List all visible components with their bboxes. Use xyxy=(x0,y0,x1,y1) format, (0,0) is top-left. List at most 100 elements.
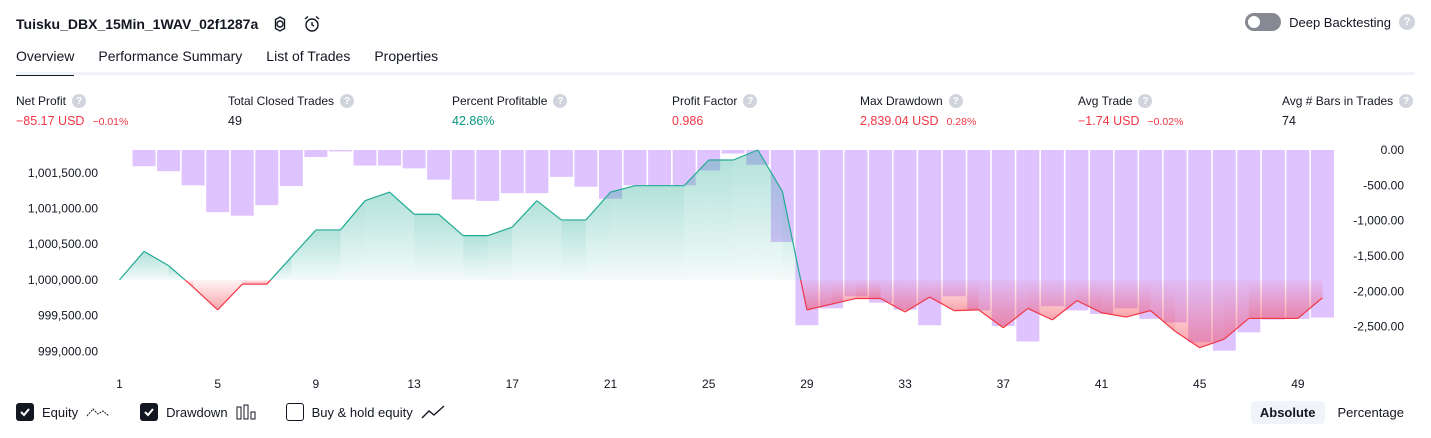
equity-loss-area xyxy=(1248,279,1274,319)
equity-loss-area xyxy=(1175,279,1200,348)
mode-absolute[interactable]: Absolute xyxy=(1250,401,1325,424)
legend-label: Buy & hold equity xyxy=(311,404,413,420)
left-axis-tick-label: 999,500.00 xyxy=(38,309,98,323)
x-axis-tick-label: 45 xyxy=(1193,377,1207,391)
equity-profit-area xyxy=(340,200,365,280)
info-icon[interactable]: ? xyxy=(1138,94,1153,108)
equity-profit-area xyxy=(144,251,169,280)
drawdown-bar xyxy=(255,150,279,206)
stat-percent-profitable: Percent Profitable? 42.86% xyxy=(452,94,568,128)
deep-backtesting-toggle[interactable] xyxy=(1245,13,1282,31)
equity-loss-area xyxy=(856,279,881,299)
help-icon[interactable]: ? xyxy=(1399,14,1415,30)
stat-value: −85.17 USD xyxy=(16,114,85,128)
right-axis-tick-label: -1,000.00 xyxy=(1353,214,1404,228)
right-axis-tick-label: -2,000.00 xyxy=(1353,284,1404,298)
stat-value: 42.86% xyxy=(452,114,495,128)
equity-profit-area xyxy=(659,185,685,280)
info-icon[interactable]: ? xyxy=(553,94,568,108)
drawdown-bar xyxy=(181,150,205,186)
x-axis-tick-label: 41 xyxy=(1095,377,1109,391)
drawdown-bar xyxy=(304,150,328,158)
stat-label: Percent Profitable xyxy=(452,94,548,108)
trend-line-icon xyxy=(421,405,445,419)
x-axis-tick-label: 1 xyxy=(116,377,123,391)
drawdown-bar xyxy=(525,150,549,194)
stat-label: Avg Trade xyxy=(1078,94,1133,108)
stat-label: Total Closed Trades xyxy=(228,94,335,108)
strategy-header: Tuisku_DBX_15Min_1WAV_02f1287a xyxy=(16,12,322,36)
drawdown-bar xyxy=(476,150,500,201)
info-icon[interactable]: ? xyxy=(1399,94,1414,108)
checkbox-checked-icon[interactable] xyxy=(140,403,159,421)
drawdown-bar xyxy=(942,150,966,297)
x-axis-tick-label: 13 xyxy=(407,377,421,391)
drawdown-bar xyxy=(230,150,254,216)
drawdown-bar xyxy=(378,150,402,166)
legend-label: Equity xyxy=(42,404,79,420)
strategy-title: Tuisku_DBX_15Min_1WAV_02f1287a xyxy=(16,16,259,32)
stat-label: Profit Factor xyxy=(672,94,738,108)
tab-divider xyxy=(16,72,1415,75)
checkbox-checked-icon[interactable] xyxy=(16,403,34,421)
equity-loss-area xyxy=(1052,279,1077,320)
drawdown-bar xyxy=(157,150,181,172)
settings-icon[interactable] xyxy=(270,14,290,34)
info-icon[interactable]: ? xyxy=(948,94,963,108)
stat-avg-trade: Avg Trade? −1.74 USD −0.02% xyxy=(1078,94,1183,128)
equity-drawdown-chart: 1,001,500.00 1,001,000.00 1,000,500.00 1,00… xyxy=(28,143,1405,391)
drawdown-bar xyxy=(132,150,156,167)
alarm-icon[interactable] xyxy=(302,14,322,34)
equity-profit-area xyxy=(487,227,513,280)
drawdown-bar xyxy=(451,150,475,200)
right-axis-tick-label: -1,500.00 xyxy=(1353,249,1404,263)
drawdown-bar xyxy=(623,150,647,186)
info-icon[interactable]: ? xyxy=(743,94,758,108)
stat-profit-factor: Profit Factor? 0.986 xyxy=(672,94,758,128)
stat-percent: −0.02% xyxy=(1147,116,1184,128)
legend-equity[interactable]: Equity xyxy=(16,403,110,421)
drawdown-bar xyxy=(402,150,426,169)
x-axis-tick-label: 29 xyxy=(800,377,814,391)
stat-value: 49 xyxy=(228,114,242,128)
x-axis-tick-label: 25 xyxy=(702,377,716,391)
stat-percent: −0.01% xyxy=(92,116,129,128)
left-axis-tick-label: 1,000,500.00 xyxy=(28,237,98,251)
drawdown-bar xyxy=(206,150,230,213)
drawdown-bar xyxy=(328,150,352,152)
checkbox-unchecked-icon[interactable] xyxy=(285,403,304,421)
equity-line-segment xyxy=(954,309,979,312)
equity-profit-area xyxy=(315,229,341,280)
deep-backtesting-label: Deep Backtesting xyxy=(1289,14,1391,30)
left-axis-tick-label: 999,000.00 xyxy=(38,344,98,358)
info-icon[interactable]: ? xyxy=(340,94,355,108)
stat-value: −1.74 USD xyxy=(1078,114,1140,128)
equity-loss-area xyxy=(1150,279,1176,332)
mode-percentage[interactable]: Percentage xyxy=(1329,401,1414,424)
drawdown-bar xyxy=(844,150,868,297)
equity-profit-area xyxy=(414,214,439,280)
equity-loss-area xyxy=(831,279,856,305)
legend-buy-hold[interactable]: Buy & hold equity xyxy=(285,403,445,421)
stat-net-profit: Net Profit? −85.17 USD −0.01% xyxy=(16,94,128,128)
legend-drawdown[interactable]: Drawdown xyxy=(140,403,256,421)
right-axis-tick-label: -2,500.00 xyxy=(1353,320,1404,334)
chart-legend: Equity Drawdown Buy & hold equity xyxy=(16,403,467,421)
stat-label: Net Profit xyxy=(16,94,67,108)
stat-value: 0.986 xyxy=(672,114,704,128)
stat-max-drawdown: Max Drawdown? 2,839.04 USD 0.28% xyxy=(860,94,976,128)
info-icon[interactable]: ? xyxy=(72,94,87,108)
mode-switch: Absolute Percentage xyxy=(1250,401,1414,424)
x-axis-tick-label: 9 xyxy=(313,377,320,391)
equity-loss-area xyxy=(880,279,906,313)
drawdown-bar xyxy=(869,150,893,303)
stat-value: 74 xyxy=(1282,114,1296,128)
drawdown-bar xyxy=(549,150,573,177)
equity-loss-area xyxy=(954,279,979,311)
right-axis-tick-label: 0.00 xyxy=(1381,143,1405,157)
x-axis-tick-label: 49 xyxy=(1291,377,1305,391)
legend-label: Drawdown xyxy=(166,404,228,420)
x-axis-tick-label: 17 xyxy=(506,377,520,391)
drawdown-bar xyxy=(427,150,451,180)
equity-loss-area xyxy=(193,279,218,310)
